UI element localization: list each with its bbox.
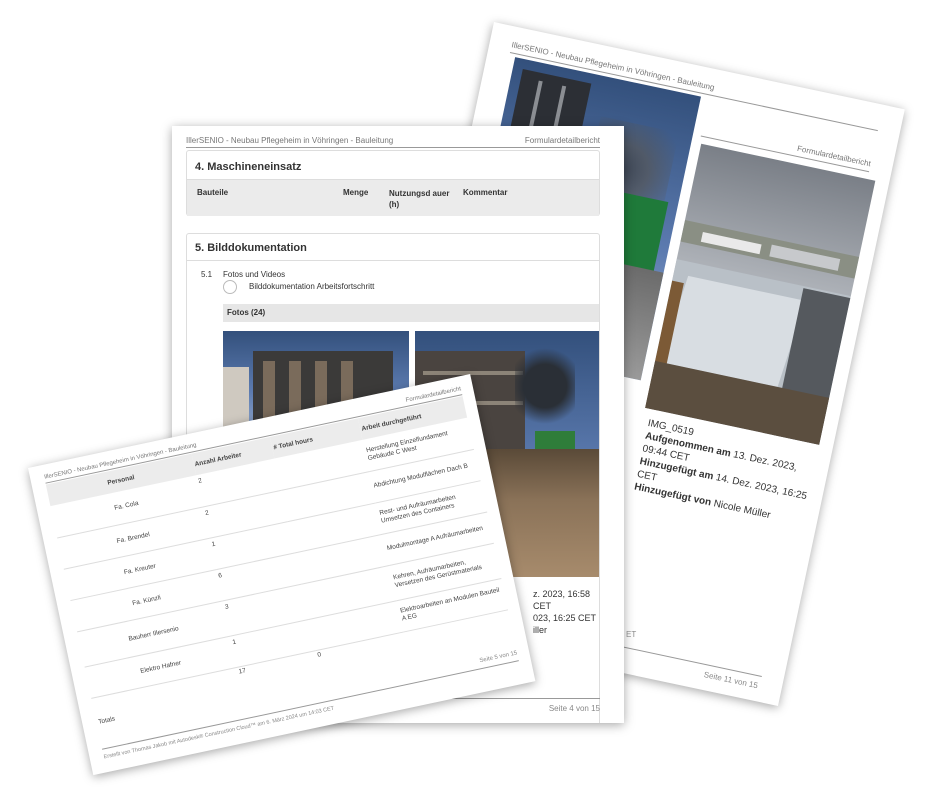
col-menge: Menge (343, 188, 369, 197)
section-maschineneinsatz: 4. Maschineneinsatz Bauteile Menge Nutzu… (186, 150, 600, 216)
fotos-bar: Fotos (24) (223, 304, 599, 322)
radio-option[interactable] (223, 280, 237, 294)
middle-caption-added: 023, 16:25 CET (533, 613, 597, 623)
middle-caption-taken: z. 2023, 16:58 CET (533, 589, 591, 611)
middle-page-header-right: Formulardetailbericht (524, 136, 600, 145)
middle-caption-by: iller (533, 625, 548, 635)
middle-page-header-left: IllerSENIO - Neubau Pflegeheim in Vöhrin… (186, 136, 394, 145)
fotos-count: Fotos (24) (227, 308, 266, 317)
col-bauteile: Bauteile (197, 188, 229, 197)
personal-table: Personal Anzahl Arbeiter # Total hours A… (45, 396, 514, 727)
col-kommentar: Kommentar (463, 188, 508, 197)
item-number: 5.1 (201, 270, 213, 279)
back-page-edge-text: ET (626, 630, 637, 639)
col-nutzungsdauer: Nutzungsd auer (h) (389, 189, 450, 209)
middle-page-footer: Seite 4 von 15 (548, 704, 600, 713)
item-label: Fotos und Videos (223, 270, 286, 279)
item-option-label: Bilddokumentation Arbeitsfortschritt (249, 282, 375, 291)
section5-title: 5. Bilddokumentation (195, 242, 307, 254)
section4-title: 4. Maschineneinsatz (195, 161, 302, 173)
